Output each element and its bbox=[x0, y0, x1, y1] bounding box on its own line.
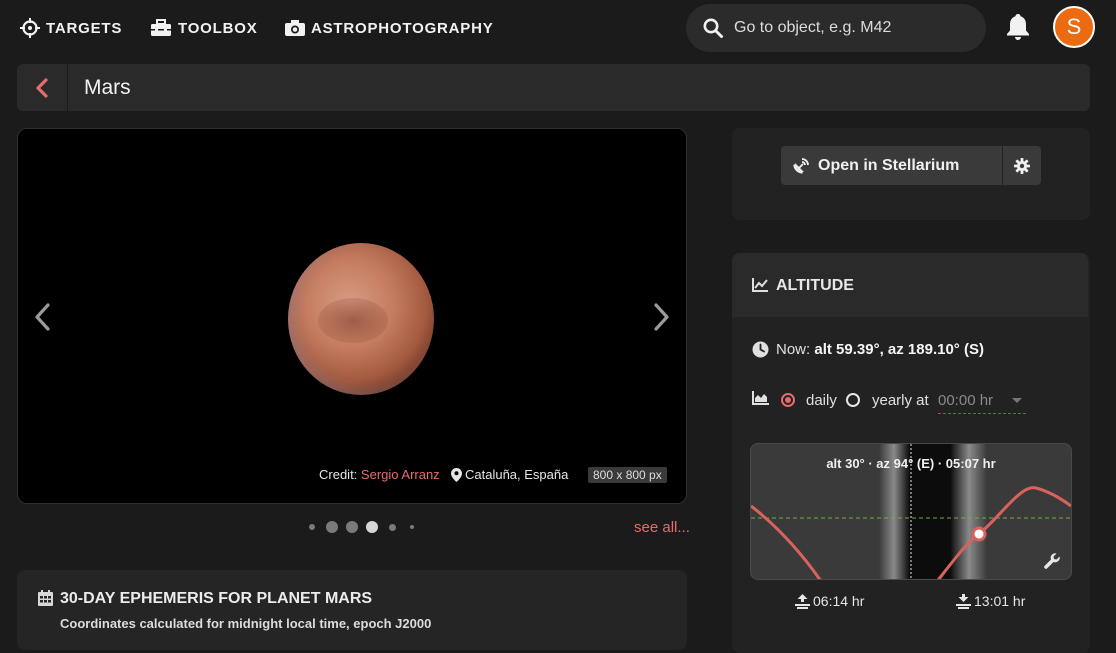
avatar-letter: S bbox=[1066, 14, 1082, 39]
wrench-icon[interactable] bbox=[1043, 552, 1061, 570]
sunset-icon bbox=[956, 593, 971, 609]
location-label: Cataluña, España bbox=[465, 467, 569, 482]
nav-astrophotography[interactable]: ASTROPHOTOGRAPHY bbox=[285, 16, 494, 40]
image-carousel[interactable]: Credit: Sergio Arranz Cataluña, España 8… bbox=[17, 128, 687, 504]
chevron-left-icon[interactable] bbox=[32, 299, 52, 335]
line-chart-icon bbox=[752, 278, 768, 292]
back-button[interactable] bbox=[17, 64, 68, 111]
area-chart-icon bbox=[752, 391, 769, 405]
toolbox-icon bbox=[151, 19, 171, 36]
page-header: Mars bbox=[17, 64, 1090, 111]
carousel-dot-6[interactable] bbox=[410, 525, 414, 529]
mars-image bbox=[288, 243, 434, 395]
nav-astrophotography-label: ASTROPHOTOGRAPHY bbox=[311, 19, 494, 37]
daily-label[interactable]: daily bbox=[806, 392, 837, 409]
see-all-link[interactable]: see all... bbox=[634, 519, 690, 536]
crosshair-icon bbox=[20, 18, 40, 38]
rise-time-label: 06:14 hr bbox=[813, 593, 865, 609]
credit-author-link[interactable]: Sergio Arranz bbox=[361, 467, 440, 482]
page-title: Mars bbox=[84, 76, 131, 99]
bell-icon[interactable] bbox=[1004, 12, 1032, 42]
image-location: Cataluña, España bbox=[451, 467, 568, 482]
chart-readout: alt 30° · az 94° (E) · 05:07 hr bbox=[826, 456, 996, 471]
altitude-chart[interactable]: alt 30° · az 94° (E) · 05:07 hr bbox=[750, 443, 1072, 580]
gear-icon bbox=[1014, 157, 1030, 174]
satellite-dish-icon bbox=[793, 158, 809, 174]
now-label: Now: bbox=[776, 341, 811, 358]
camera-icon bbox=[285, 20, 305, 36]
clock-icon bbox=[752, 341, 769, 358]
daily-radio[interactable] bbox=[781, 393, 795, 407]
nav-toolbox[interactable]: TOOLBOX bbox=[150, 16, 258, 40]
altitude-title: ALTITUDE bbox=[776, 277, 854, 294]
altitude-header: ALTITUDE bbox=[732, 253, 1088, 317]
ephemeris-title: 30-DAY EPHEMERIS FOR PLANET MARS bbox=[60, 590, 373, 607]
carousel-dot-2[interactable] bbox=[326, 521, 338, 533]
image-dimensions-badge: 800 x 800 px bbox=[588, 467, 667, 483]
open-stellarium-label: Open in Stellarium bbox=[818, 156, 960, 174]
nav-toolbox-label: TOOLBOX bbox=[178, 19, 258, 37]
time-select[interactable]: 00:00 hr bbox=[938, 392, 1026, 414]
stellarium-settings-button[interactable] bbox=[1003, 146, 1041, 185]
map-marker-icon bbox=[451, 467, 462, 482]
image-credit: Credit: Sergio Arranz bbox=[319, 467, 440, 482]
credit-label: Credit: bbox=[319, 467, 358, 482]
nav-targets-label: TARGETS bbox=[46, 19, 123, 37]
ephemeris-subtitle: Coordinates calculated for midnight loca… bbox=[60, 616, 432, 631]
nav-targets[interactable]: TARGETS bbox=[20, 16, 122, 40]
open-stellarium-button[interactable]: Open in Stellarium bbox=[781, 146, 1002, 185]
current-position: Now: alt 59.39°, az 189.10° (S) bbox=[776, 341, 984, 358]
search-input[interactable]: Go to object, e.g. M42 bbox=[686, 4, 986, 52]
caret-down-icon bbox=[1012, 398, 1022, 403]
yearly-label[interactable]: yearly at bbox=[872, 392, 929, 409]
carousel-dot-3[interactable] bbox=[346, 521, 358, 533]
current-position-marker bbox=[971, 526, 987, 542]
chevron-right-icon[interactable] bbox=[652, 299, 672, 335]
altitude-panel: ALTITUDE Now: alt 59.39°, az 189.10° (S)… bbox=[732, 253, 1090, 653]
set-time-label: 13:01 hr bbox=[974, 593, 1026, 609]
stellarium-panel: Open in Stellarium bbox=[732, 128, 1090, 220]
search-icon bbox=[703, 18, 723, 38]
carousel-dot-1[interactable] bbox=[309, 524, 315, 530]
calendar-icon bbox=[38, 590, 53, 606]
now-value: alt 59.39°, az 189.10° (S) bbox=[814, 341, 984, 358]
carousel-dot-4-active[interactable] bbox=[366, 521, 378, 533]
sunrise-icon bbox=[795, 593, 810, 609]
time-select-value: 00:00 hr bbox=[938, 392, 994, 409]
avatar[interactable]: S bbox=[1053, 6, 1095, 48]
rise-time: 06:14 hr bbox=[794, 593, 864, 609]
chevron-left-icon bbox=[36, 77, 48, 98]
set-time: 13:01 hr bbox=[955, 593, 1025, 609]
search-placeholder: Go to object, e.g. M42 bbox=[734, 19, 892, 36]
carousel-dot-5[interactable] bbox=[389, 524, 396, 531]
ephemeris-panel: 30-DAY EPHEMERIS FOR PLANET MARS Coordin… bbox=[17, 570, 687, 650]
yearly-radio[interactable] bbox=[846, 393, 860, 407]
